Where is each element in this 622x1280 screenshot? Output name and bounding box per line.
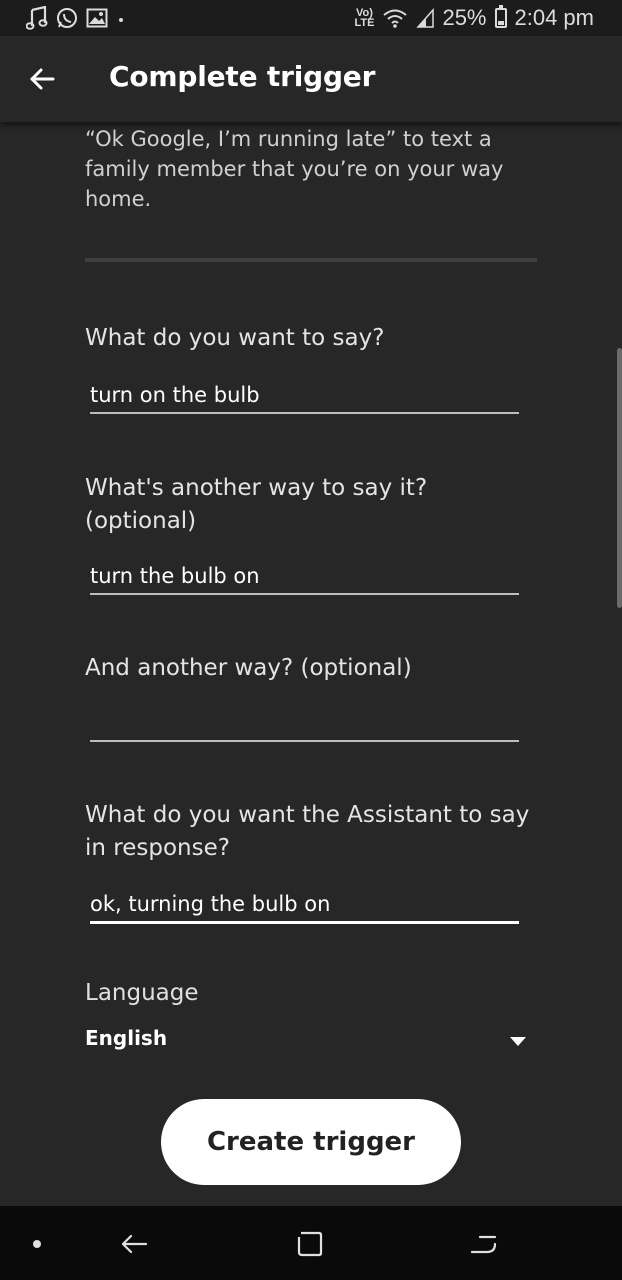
another-phrase-input[interactable] — [90, 702, 519, 742]
clock: 2:04 pm — [514, 5, 595, 30]
home-split-icon[interactable] — [468, 1228, 500, 1260]
scrollbar[interactable] — [617, 348, 622, 608]
page-title: Complete trigger — [109, 60, 376, 93]
alt-phrase-input[interactable]: turn the bulb on — [90, 555, 519, 595]
field-label-phrase: What do you want to say? — [85, 325, 385, 351]
back-arrow-icon[interactable] — [118, 1228, 150, 1260]
volte-icon: Vo) LTE — [354, 7, 375, 29]
trigger-form[interactable]: by a phrase you choose. For example, say… — [0, 122, 622, 1206]
battery-percent: 25% — [442, 5, 487, 30]
phrase-input-value: turn on the bulb — [90, 383, 260, 407]
music-note-icon — [26, 6, 48, 30]
app-header: Complete trigger — [0, 36, 622, 122]
language-label: Language — [85, 980, 199, 1006]
battery-icon — [494, 5, 507, 28]
response-input-value: ok, turning the bulb on — [90, 892, 331, 916]
notification-icons — [26, 6, 126, 30]
divider — [85, 258, 537, 262]
image-icon — [86, 8, 108, 28]
field-label-response: What do you want the Assistant to say in… — [85, 802, 530, 861]
field-label-alt-phrase: What's another way to say it? (optional) — [85, 475, 428, 534]
language-value: English — [85, 1026, 168, 1050]
dot-icon[interactable] — [33, 1240, 41, 1248]
field-label-another-phrase: And another way? (optional) — [85, 655, 412, 681]
status-bar: Vo) LTE 25% 2:04 pm — [0, 0, 622, 36]
back-button[interactable] — [22, 58, 64, 100]
language-select[interactable]: English — [85, 1024, 530, 1058]
alt-phrase-input-value: turn the bulb on — [90, 564, 260, 588]
signal-icon — [416, 8, 435, 28]
dot-icon — [119, 18, 123, 22]
whatsapp-icon — [57, 8, 77, 28]
phrase-input[interactable]: turn on the bulb — [90, 374, 519, 414]
arrow-left-icon — [30, 68, 55, 90]
wifi-icon — [383, 9, 408, 28]
system-icons: Vo) LTE 25% 2:04 pm — [354, 5, 594, 31]
recents-icon[interactable] — [294, 1228, 326, 1260]
battery-fill — [497, 21, 504, 25]
dropdown-triangle-icon — [510, 1037, 526, 1046]
trigger-description: by a phrase you choose. For example, say… — [85, 127, 504, 211]
nav-bar — [0, 1206, 622, 1280]
create-trigger-button[interactable]: Create trigger — [161, 1099, 461, 1185]
response-input[interactable]: ok, turning the bulb on — [90, 884, 519, 924]
